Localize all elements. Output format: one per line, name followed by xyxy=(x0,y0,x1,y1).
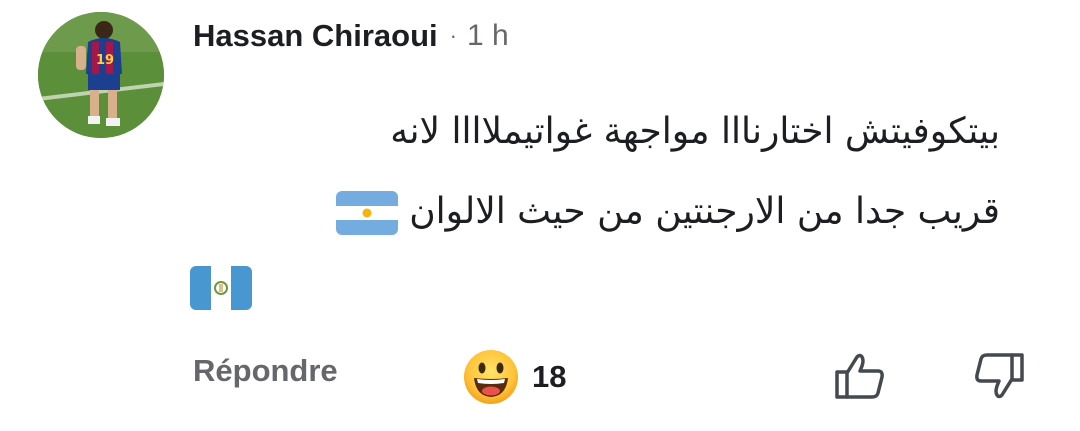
author-name[interactable]: Hassan Chiraoui xyxy=(193,18,438,54)
reaction-count: 18 xyxy=(532,359,567,394)
argentina-flag xyxy=(335,191,398,235)
comment-text: بيتكوفيتش اختارنااا مواجهة غواتيملاااا ل… xyxy=(190,92,1000,252)
comment-text-line-3 xyxy=(190,266,252,310)
thumbs-down-icon xyxy=(975,353,1024,399)
reaction-summary[interactable]: 18 xyxy=(462,348,566,406)
reply-button[interactable]: Répondre xyxy=(193,353,338,389)
comment-text-line-2-text: قريب جدا من الارجنتين من حيث الالوان xyxy=(409,191,1000,232)
timestamp[interactable]: 1 h xyxy=(467,19,509,53)
avatar-photo: 19 xyxy=(38,12,164,138)
dislike-button[interactable] xyxy=(972,352,1026,400)
thumbs-up-icon xyxy=(835,353,884,399)
comment-text-line-1: بيتكوفيتش اختارنااا مواجهة غواتيملاااا ل… xyxy=(390,111,1000,152)
like-button[interactable] xyxy=(833,352,887,400)
comment: 19 Hassan Chiraoui · 1 h بيتكوفيتش اختار… xyxy=(0,0,1080,431)
guatemala-flag xyxy=(190,266,252,310)
laughing-face-emoji-icon xyxy=(464,350,518,404)
avatar[interactable]: 19 xyxy=(38,12,164,138)
svg-text:19: 19 xyxy=(96,53,114,68)
comment-text-line-2: قريب جدا من الارجنتين من حيث الالوان xyxy=(190,172,1000,252)
separator-dot: · xyxy=(449,23,457,48)
comment-header: Hassan Chiraoui · 1 h xyxy=(193,14,509,58)
